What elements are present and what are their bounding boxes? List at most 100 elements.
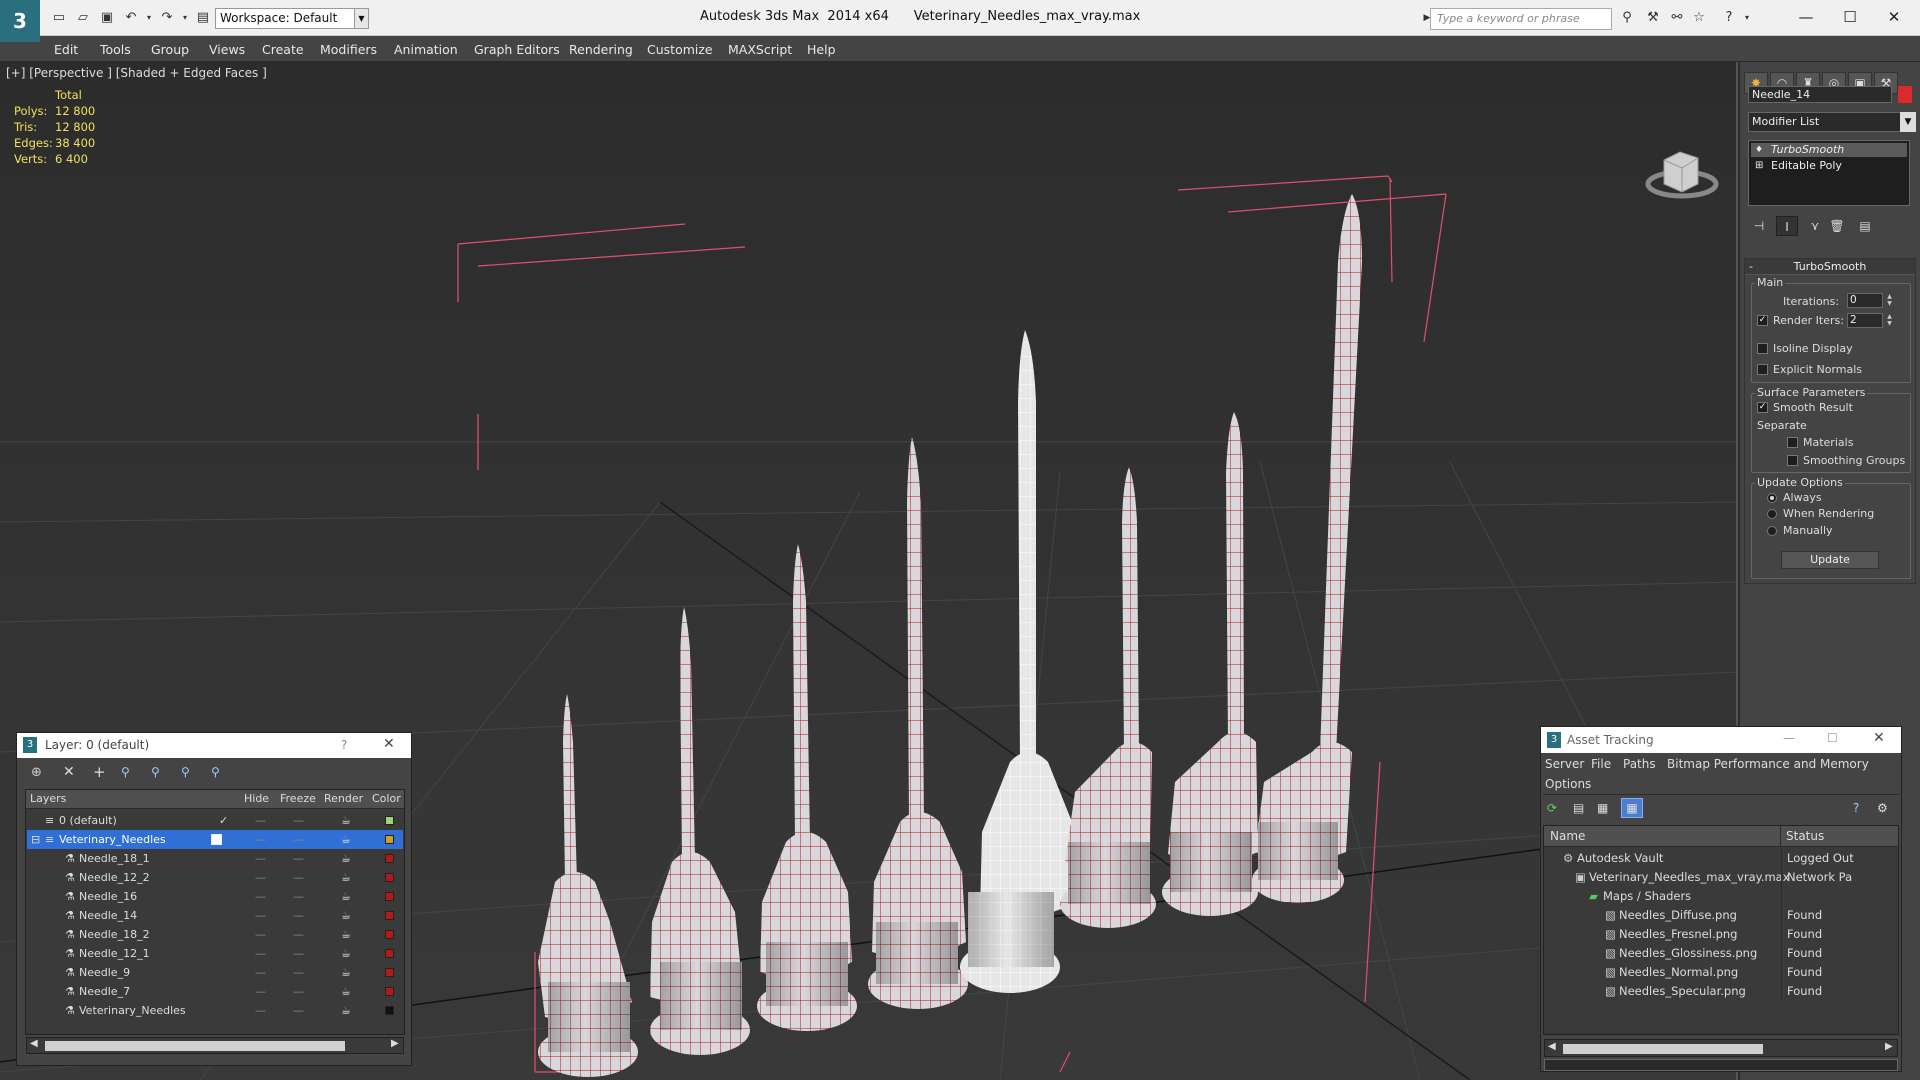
teapot-render-icon[interactable]: ☕: [341, 887, 351, 906]
table-view-icon[interactable]: ▦: [1621, 798, 1643, 818]
teapot-render-icon[interactable]: ☕: [341, 944, 351, 963]
layer-row[interactable]: ≡ 0 (default) ✓ — — ☕: [27, 811, 403, 830]
menu-graph-editors[interactable]: Graph Editors: [474, 42, 560, 57]
spinner-arrows-icon[interactable]: ▲ ▼: [1885, 313, 1894, 328]
layer-row[interactable]: ⚗ Needle_12_2 — — ☕: [27, 868, 403, 887]
hide-toggle[interactable]: —: [255, 849, 266, 868]
scroll-right-icon[interactable]: ▶: [391, 1038, 399, 1049]
help-icon[interactable]: ?: [1720, 9, 1738, 27]
layer-window-header[interactable]: 3 Layer: 0 (default) ? ✕: [17, 733, 411, 758]
layer-color-swatch[interactable]: [385, 835, 394, 844]
menu-modifiers[interactable]: Modifiers: [320, 42, 377, 57]
layer-row[interactable]: ⚗ Needle_16 — — ☕: [27, 887, 403, 906]
freeze-toggle[interactable]: —: [293, 906, 304, 925]
menu-create[interactable]: Create: [262, 42, 304, 57]
expand-icon[interactable]: ⊟: [31, 830, 40, 849]
smooth-result-checkbox[interactable]: ✓: [1757, 402, 1768, 413]
menu-tools[interactable]: Tools: [100, 42, 131, 57]
freeze-toggle[interactable]: —: [293, 982, 304, 1001]
layer-row[interactable]: ⚗ Needle_14 — — ☕: [27, 906, 403, 925]
render-iters-checkbox[interactable]: ✓: [1757, 315, 1768, 326]
explicit-normals-checkbox[interactable]: [1757, 364, 1768, 375]
help-icon[interactable]: ?: [1853, 801, 1859, 815]
close-icon[interactable]: ✕: [1874, 4, 1914, 30]
layer-color-swatch[interactable]: [385, 892, 394, 901]
expand-icon[interactable]: ⊞: [1755, 159, 1763, 173]
menu-group[interactable]: Group: [151, 42, 189, 57]
asset-row[interactable]: ▧ Needles_Diffuse.png Found: [1545, 906, 1897, 925]
hide-toggle[interactable]: —: [255, 830, 266, 849]
stack-item-turbosmooth[interactable]: ♦ TurboSmooth: [1751, 143, 1907, 157]
asset-row[interactable]: ▰ Maps / Shaders: [1545, 887, 1897, 906]
add-to-layer-icon[interactable]: +: [93, 763, 106, 781]
hide-toggle[interactable]: —: [255, 944, 266, 963]
app-logo-icon[interactable]: 3: [0, 0, 40, 42]
remove-modifier-icon[interactable]: 🗑: [1826, 216, 1848, 236]
layer-color-swatch[interactable]: [385, 854, 394, 863]
layer-row[interactable]: ⚗ Veterinary_Needles — — ☕: [27, 1001, 403, 1020]
scroll-left-icon[interactable]: ◀: [30, 1038, 38, 1049]
layer-color-swatch[interactable]: [385, 930, 394, 939]
set-current-layer-icon[interactable]: [211, 834, 222, 845]
hide-all-icon[interactable]: ⚲: [181, 765, 190, 779]
layer-color-swatch[interactable]: [385, 911, 394, 920]
needle-object[interactable]: [1252, 194, 1362, 903]
pin-stack-icon[interactable]: ⊣: [1748, 216, 1770, 236]
object-color-swatch[interactable]: [1898, 86, 1912, 103]
save-file-icon[interactable]: ▣: [98, 9, 116, 27]
show-end-result-icon[interactable]: Ⅰ: [1776, 216, 1798, 236]
create-layer-icon[interactable]: ⊕: [31, 765, 42, 780]
column-divider[interactable]: [1780, 825, 1781, 847]
layer-row[interactable]: ⚗ Needle_18_2 — — ☕: [27, 925, 403, 944]
layer-color-swatch[interactable]: [385, 968, 394, 977]
subscription-icon[interactable]: ⚒: [1644, 9, 1662, 27]
search-input[interactable]: Type a keyword or phrase: [1430, 8, 1612, 30]
help-icon[interactable]: ?: [341, 738, 347, 752]
freeze-toggle[interactable]: —: [293, 868, 304, 887]
teapot-render-icon[interactable]: ☕: [341, 925, 351, 944]
lightbulb-icon[interactable]: ♦: [1755, 143, 1763, 157]
delete-layer-icon[interactable]: ✕: [63, 764, 75, 780]
freeze-toggle[interactable]: —: [293, 944, 304, 963]
maximize-icon[interactable]: ☐: [1827, 731, 1838, 745]
maximize-icon[interactable]: ☐: [1830, 4, 1870, 30]
asset-row[interactable]: ▧ Needles_Glossiness.png Found: [1545, 944, 1897, 963]
menu-file[interactable]: File: [1591, 757, 1611, 771]
teapot-render-icon[interactable]: ☕: [341, 811, 351, 830]
menu-views[interactable]: Views: [209, 42, 245, 57]
menu-customize[interactable]: Customize: [647, 42, 713, 57]
redo-icon[interactable]: ↷: [158, 9, 176, 27]
asset-row[interactable]: ▣ Veterinary_Needles_max_vray.max Network …: [1545, 868, 1897, 887]
needle-object[interactable]: [868, 437, 968, 1009]
rollout-header[interactable]: - TurboSmooth: [1745, 259, 1915, 275]
iterations-spinner[interactable]: 0: [1847, 293, 1883, 308]
menu-help[interactable]: Help: [807, 42, 836, 57]
freeze-toggle[interactable]: —: [293, 811, 304, 830]
scrollbar-thumb[interactable]: [45, 1041, 345, 1051]
layer-color-swatch[interactable]: [385, 987, 394, 996]
thumbnail-view-icon[interactable]: ▦: [1597, 801, 1608, 815]
menu-options[interactable]: Options: [1545, 777, 1591, 791]
list-view-icon[interactable]: ▤: [1573, 801, 1584, 815]
teapot-render-icon[interactable]: ☕: [341, 1001, 351, 1020]
favorites-star-icon[interactable]: ☆: [1690, 9, 1708, 27]
layer-color-swatch[interactable]: [385, 873, 394, 882]
chevron-down-icon[interactable]: ▼: [1900, 112, 1916, 132]
column-name[interactable]: Name: [1550, 829, 1585, 843]
close-icon[interactable]: ✕: [1873, 730, 1885, 746]
spinner-arrows-icon[interactable]: ▲ ▼: [1885, 293, 1894, 308]
hide-toggle[interactable]: —: [255, 925, 266, 944]
layer-color-swatch[interactable]: [385, 1006, 394, 1015]
communication-icon[interactable]: ⚯: [1668, 9, 1686, 27]
column-render[interactable]: Render: [324, 792, 363, 805]
binoculars-icon[interactable]: ⚲: [1618, 9, 1636, 27]
freeze-toggle[interactable]: —: [293, 1001, 304, 1020]
hide-toggle[interactable]: —: [255, 1001, 266, 1020]
when-rendering-radio[interactable]: [1767, 509, 1777, 519]
layer-color-swatch[interactable]: [385, 816, 394, 825]
manually-radio[interactable]: [1767, 526, 1777, 536]
undo-dropdown-icon[interactable]: ▾: [140, 9, 158, 27]
teapot-render-icon[interactable]: ☕: [341, 906, 351, 925]
layer-row[interactable]: ⚗ Needle_9 — — ☕: [27, 963, 403, 982]
freeze-toggle[interactable]: —: [293, 925, 304, 944]
